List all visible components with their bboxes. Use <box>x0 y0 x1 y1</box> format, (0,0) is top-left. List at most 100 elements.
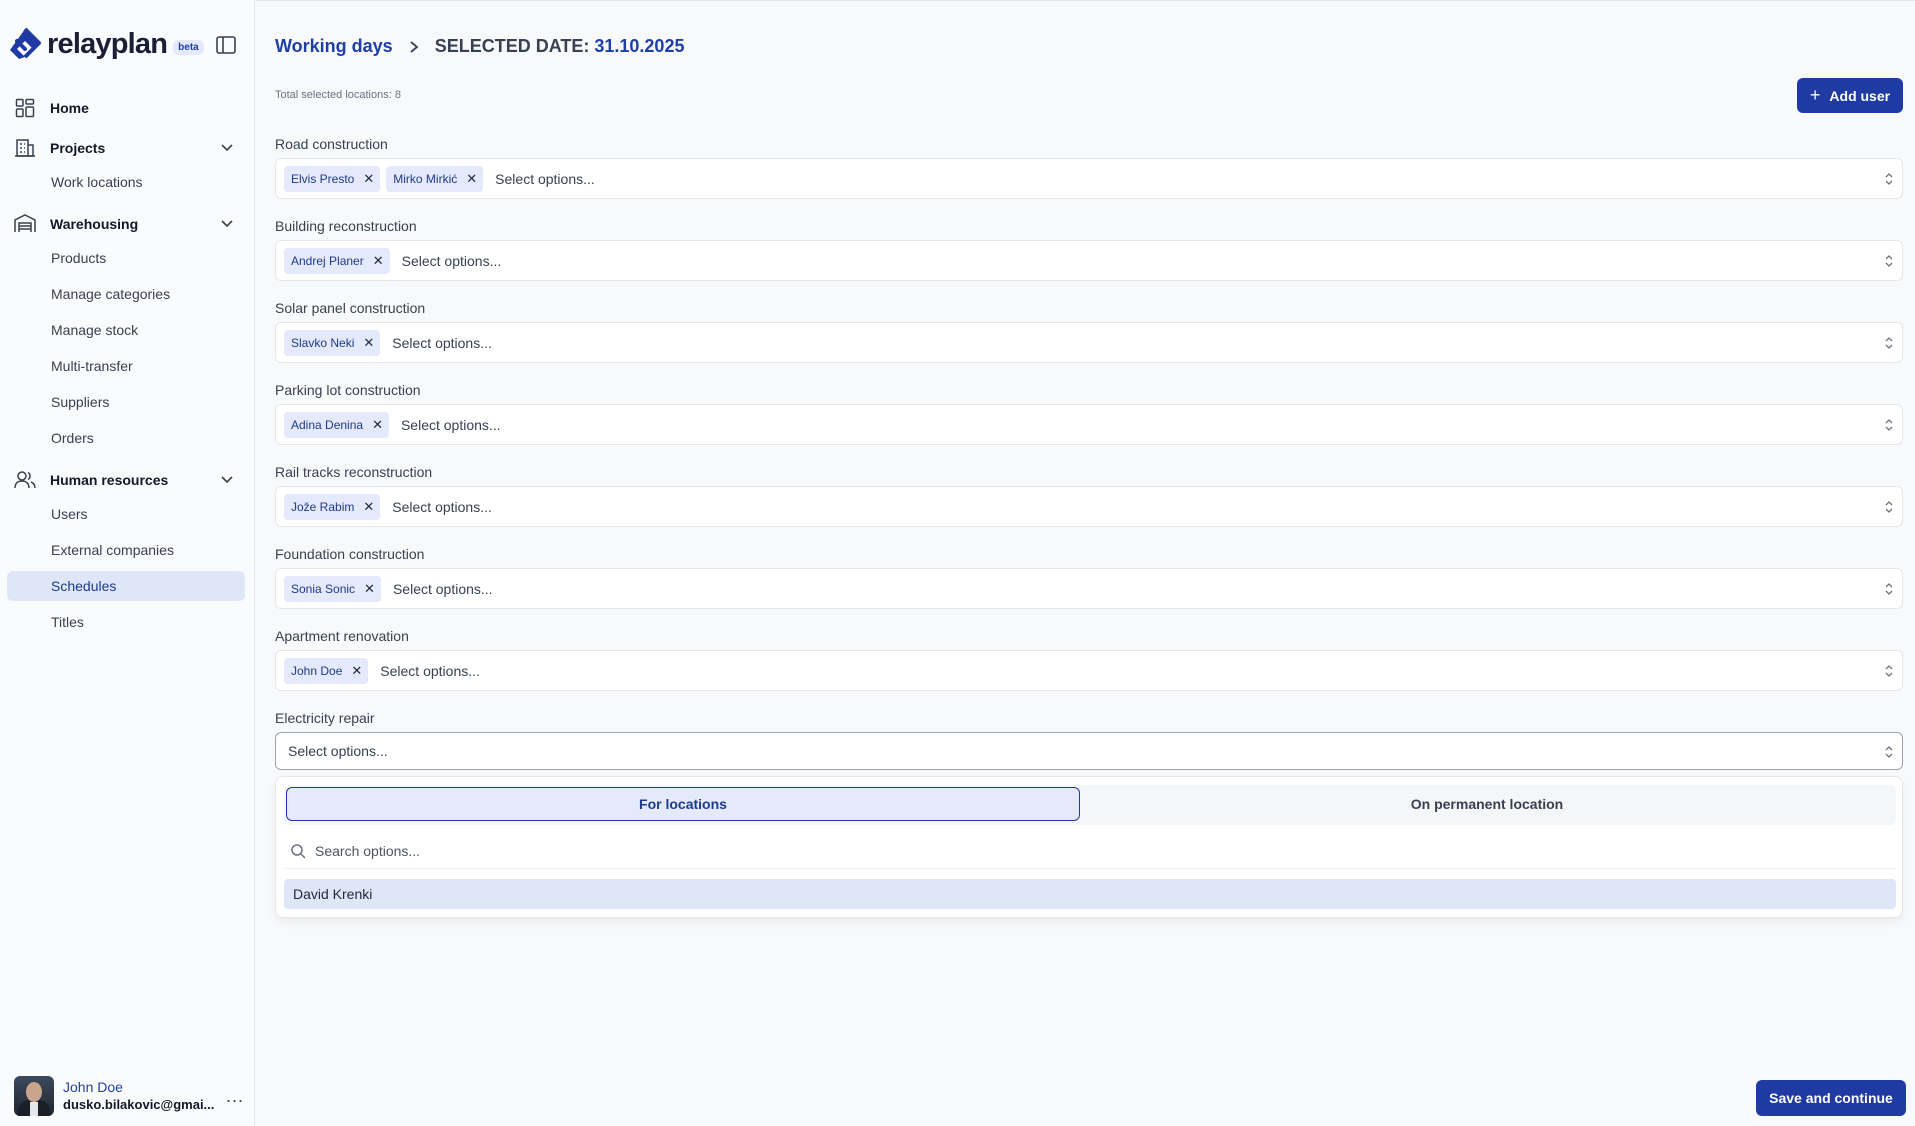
chevron-right-icon <box>410 40 419 53</box>
save-and-continue-button[interactable]: Save and continue <box>1756 1080 1906 1116</box>
sidebar-item-external-companies[interactable]: External companies <box>7 535 245 565</box>
breadcrumb-working-days[interactable]: Working days <box>275 36 393 57</box>
assigned-user-chip: Adina Denina ✕ <box>284 411 389 438</box>
dropdown-option[interactable]: David Krenki <box>284 879 1896 909</box>
more-options-icon[interactable]: ... <box>226 1086 244 1107</box>
location-select[interactable]: Slavko Neki ✕ Select options... <box>275 322 1903 363</box>
sidebar-item-projects[interactable]: Projects <box>14 133 240 163</box>
remove-chip-icon[interactable]: ✕ <box>372 418 383 431</box>
chevron-down-icon[interactable] <box>220 472 234 486</box>
sidebar-item-users[interactable]: Users <box>7 499 245 529</box>
location-select[interactable]: Jože Rabim ✕ Select options... <box>275 486 1903 527</box>
building-icon <box>14 137 36 159</box>
chevron-updown-icon <box>1885 173 1893 185</box>
sidebar-item-manage-stock[interactable]: Manage stock <box>7 315 245 345</box>
select-placeholder: Select options... <box>380 662 480 679</box>
sidebar-item-label: Human resources <box>50 472 169 488</box>
chevron-updown-icon <box>1885 419 1893 431</box>
breadcrumb: Working days SELECTED DATE: 31.10.2025 <box>275 36 684 57</box>
search-options-input[interactable] <box>315 842 915 859</box>
chip-label: Mirko Mirkić <box>393 171 458 186</box>
sidebar-item-work-locations[interactable]: Work locations <box>7 167 245 197</box>
chevron-down-icon[interactable] <box>220 140 234 154</box>
plus-icon: + <box>1809 85 1821 105</box>
grid-icon <box>14 97 36 119</box>
sidebar-toggle-icon[interactable] <box>216 36 236 54</box>
remove-chip-icon[interactable]: ✕ <box>351 664 362 677</box>
location-group: Road construction Elvis Presto ✕ Mirko Mi… <box>275 136 1903 199</box>
chevron-updown-icon <box>1885 583 1893 595</box>
main-content: Working days SELECTED DATE: 31.10.2025 T… <box>255 0 1915 1126</box>
chip-label: Andrej Planer <box>291 253 364 268</box>
location-label: Rail tracks reconstruction <box>275 464 433 480</box>
add-user-button[interactable]: + Add user <box>1797 78 1903 113</box>
chip-label: Slavko Neki <box>291 335 355 350</box>
assignment-mode-toggle: For locations On permanent location <box>284 785 1896 825</box>
remove-chip-icon[interactable]: ✕ <box>363 500 374 513</box>
logo-text: relayplan <box>47 27 168 60</box>
options-dropdown: For locations On permanent location Davi… <box>275 776 1903 918</box>
relayplan-logo-icon <box>10 27 41 59</box>
chip-label: Adina Denina <box>291 417 364 432</box>
location-select[interactable]: Sonia Sonic ✕ Select options... <box>275 568 1903 609</box>
select-placeholder: Select options... <box>392 334 492 351</box>
location-label: Road construction <box>275 136 388 152</box>
sidebar-item-schedules[interactable]: Schedules <box>7 571 245 601</box>
warehouse-icon <box>14 213 36 235</box>
logo[interactable]: relayplan beta <box>7 26 204 62</box>
sidebar-item-label: Warehousing <box>50 216 139 232</box>
location-label: Electricity repair <box>275 710 375 726</box>
sidebar-item-manage-categories[interactable]: Manage categories <box>7 279 245 309</box>
sidebar-item-human-resources[interactable]: Human resources <box>14 465 240 495</box>
location-label: Solar panel construction <box>275 300 426 316</box>
tab-on-permanent-location[interactable]: On permanent location <box>1080 787 1894 821</box>
sidebar-item-multi-transfer[interactable]: Multi-transfer <box>7 351 245 381</box>
location-group: Foundation construction Sonia Sonic ✕ Sel… <box>275 546 1903 609</box>
selected-date-label: SELECTED DATE: <box>434 36 590 56</box>
sidebar-item-suppliers[interactable]: Suppliers <box>7 387 245 417</box>
remove-chip-icon[interactable]: ✕ <box>373 254 384 267</box>
location-select[interactable]: Adina Denina ✕ Select options... <box>275 404 1903 445</box>
location-select[interactable]: John Doe ✕ Select options... <box>275 650 1903 691</box>
select-placeholder: Select options... <box>288 743 388 759</box>
beta-badge: beta <box>173 39 204 55</box>
location-group: Building reconstruction Andrej Planer ✕ S… <box>275 218 1903 281</box>
select-placeholder: Select options... <box>392 498 492 515</box>
user-card[interactable]: John Doe dusko.bilakovic@gmai... ... <box>14 1076 244 1116</box>
location-label: Foundation construction <box>275 546 425 562</box>
sidebar-item-titles[interactable]: Titles <box>7 607 245 637</box>
search-icon <box>291 843 306 858</box>
sidebar-item-warehousing[interactable]: Warehousing <box>14 209 240 239</box>
remove-chip-icon[interactable]: ✕ <box>466 172 477 185</box>
user-name: John Doe <box>63 1079 123 1095</box>
tab-for-locations[interactable]: For locations <box>286 787 1080 821</box>
sidebar-item-orders[interactable]: Orders <box>7 423 245 453</box>
remove-chip-icon[interactable]: ✕ <box>363 336 374 349</box>
chip-label: Sonia Sonic <box>291 581 356 596</box>
sidebar-item-products[interactable]: Products <box>7 243 245 273</box>
user-email: dusko.bilakovic@gmai... <box>63 1097 215 1112</box>
assigned-user-chip: Jože Rabim ✕ <box>284 493 381 520</box>
sidebar: relayplan beta Home Projects Work locati… <box>0 0 255 1126</box>
location-select[interactable]: Select options... <box>275 732 1903 770</box>
chevron-updown-icon <box>1885 501 1893 513</box>
dropdown-search <box>284 833 1896 869</box>
chip-label: John Doe <box>291 663 343 678</box>
sidebar-item-home[interactable]: Home <box>14 93 240 123</box>
remove-chip-icon[interactable]: ✕ <box>364 582 375 595</box>
users-icon <box>14 469 36 491</box>
location-select[interactable]: Andrej Planer ✕ Select options... <box>275 240 1903 281</box>
chevron-updown-icon <box>1885 665 1893 677</box>
location-group: Solar panel construction Slavko Neki ✕ Se… <box>275 300 1903 363</box>
remove-chip-icon[interactable]: ✕ <box>363 172 374 185</box>
assigned-user-chip: Elvis Presto ✕ <box>284 165 381 192</box>
location-label: Apartment renovation <box>275 628 409 644</box>
selected-date-value: 31.10.2025 <box>594 36 685 56</box>
assigned-user-chip: Andrej Planer ✕ <box>284 247 390 274</box>
sidebar-item-label: Projects <box>50 140 106 156</box>
total-selected-locations: Total selected locations: 8 <box>275 89 401 101</box>
location-select[interactable]: Elvis Presto ✕ Mirko Mirkić ✕ Select optio… <box>275 158 1903 199</box>
assigned-user-chip: Slavko Neki ✕ <box>284 329 381 356</box>
chevron-updown-icon <box>1885 255 1893 267</box>
chevron-down-icon[interactable] <box>220 216 234 230</box>
